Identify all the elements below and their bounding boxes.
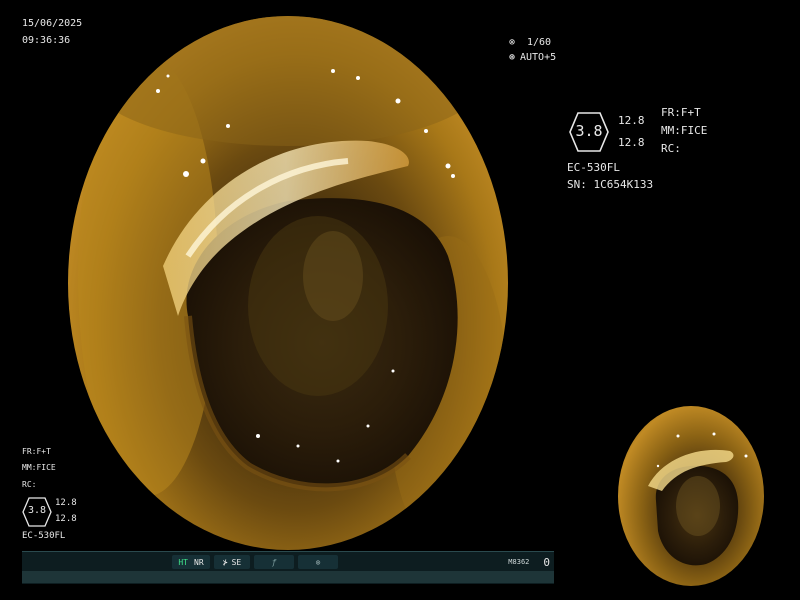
main-endoscope-image	[78, 16, 508, 550]
zoom-hex-value: 3.8	[575, 122, 603, 140]
bl-hex-badge: 3.8	[22, 497, 52, 531]
bl-top-value: 12.8	[55, 498, 77, 508]
f-icon: ƒ	[271, 557, 277, 567]
f-segment: ƒ	[254, 555, 294, 569]
lamp-segment: ⊗	[298, 555, 338, 569]
scope-model: EC-530FL	[567, 161, 620, 174]
date-label: 15/06/2025	[22, 18, 83, 29]
sub-endoscope-view	[618, 406, 764, 586]
zoom-bottom-value: 12.8	[618, 136, 645, 149]
se-segment: ⊁ SE	[214, 555, 250, 569]
fr-label: FR:F+T	[661, 106, 701, 119]
status-count: 0	[543, 555, 550, 569]
zoom-top-value: 12.8	[618, 114, 645, 127]
bl-rc-label: RC:	[22, 480, 37, 489]
shutter-icon: ⊗	[509, 37, 516, 48]
ht-label: HT	[178, 557, 188, 567]
status-code: M8362	[508, 558, 530, 566]
bl-hex-value: 3.8	[27, 505, 47, 516]
auto-setting: AUTO+5	[520, 52, 557, 63]
bl-bottom-value: 12.8	[55, 514, 77, 524]
rc-label: RC:	[661, 142, 681, 155]
sub-endoscope-image	[648, 432, 748, 566]
bl-scope-model: EC-530FL	[22, 531, 66, 541]
se-icon: ⊁	[222, 557, 228, 567]
main-endoscope-view	[68, 16, 508, 550]
mm-label: MM:FICE	[661, 124, 708, 137]
se-label: SE	[231, 557, 242, 567]
time-label: 09:36:36	[22, 35, 71, 46]
bl-fr-label: FR:F+T	[22, 447, 51, 456]
bl-mm-label: MM:FICE	[22, 463, 56, 472]
auto-icon: ⊛	[509, 52, 516, 63]
serial-number: SN: 1C654K133	[567, 178, 654, 191]
status-row: HT NR ⊁ SE ƒ ⊗ M8362 0	[22, 554, 554, 570]
status-bar: HT NR ⊁ SE ƒ ⊗ M8362 0	[22, 551, 554, 584]
shutter-speed: 1/60	[527, 37, 552, 48]
zoom-hex-badge: 3.8	[568, 111, 610, 157]
status-track	[22, 571, 554, 583]
nr-label: NR	[194, 557, 204, 567]
lamp-icon: ⊗	[315, 557, 321, 567]
ht-nr-segment: HT NR	[172, 555, 210, 569]
